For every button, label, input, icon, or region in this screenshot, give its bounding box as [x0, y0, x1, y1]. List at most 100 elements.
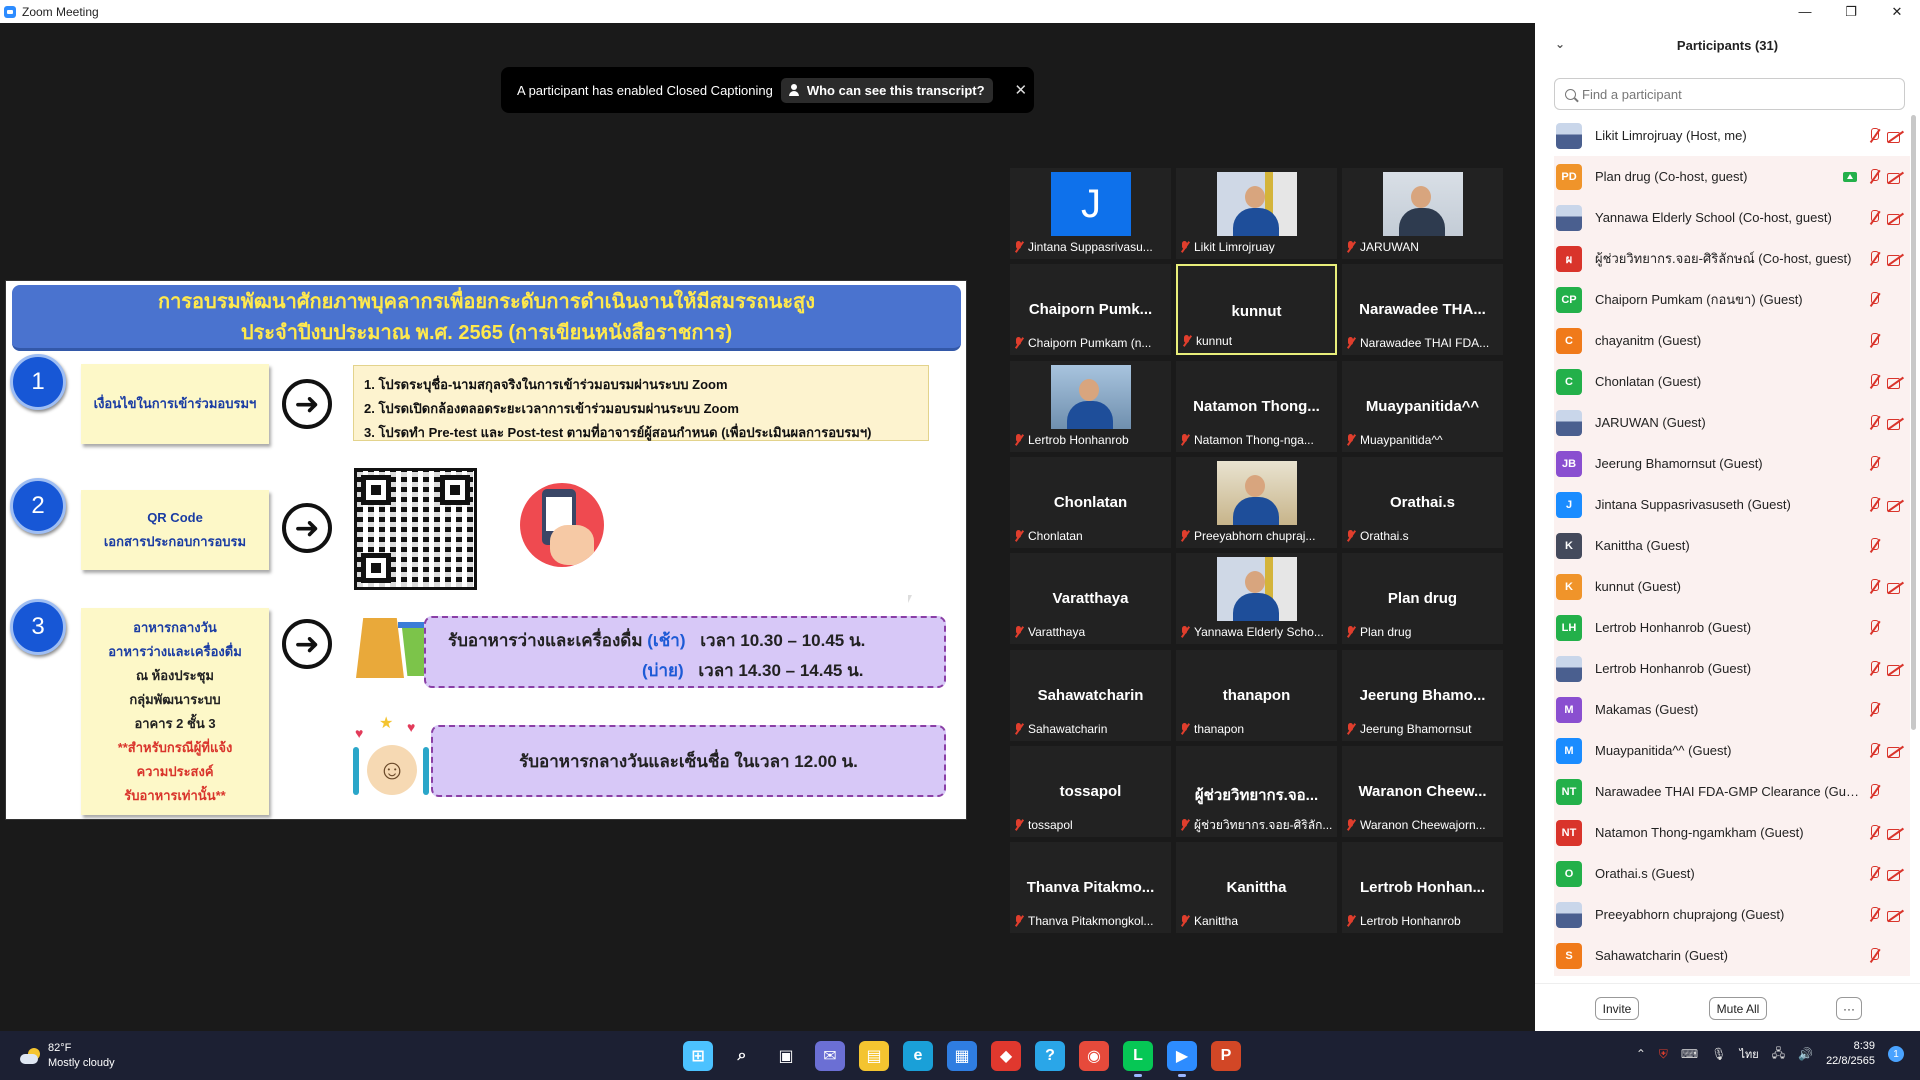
collapse-chevron-icon[interactable]: ⌄ [1555, 37, 1565, 51]
video-tile[interactable]: Sahawatcharin Sahawatcharin [1010, 650, 1171, 741]
video-off-icon[interactable] [1887, 868, 1904, 881]
video-off-icon[interactable] [1887, 130, 1904, 143]
task-view-icon[interactable]: ▣ [771, 1041, 801, 1071]
muted-mic-icon[interactable] [1867, 333, 1881, 348]
video-off-icon[interactable] [1887, 212, 1904, 225]
muted-mic-icon[interactable] [1867, 784, 1881, 799]
minimize-button[interactable]: — [1782, 0, 1828, 23]
start-icon[interactable]: ⊞ [683, 1041, 713, 1071]
video-tile[interactable]: JARUWAN [1342, 168, 1503, 259]
participant-row[interactable]: CP Chaiporn Pumkam (กอนขา) (Guest) [1554, 279, 1910, 320]
muted-mic-icon[interactable] [1867, 415, 1881, 430]
video-tile[interactable]: Preeyabhorn chupraj... [1176, 457, 1337, 548]
participant-row[interactable]: O Orathai.s (Guest) [1554, 853, 1910, 894]
participant-row[interactable]: C Chonlatan (Guest) [1554, 361, 1910, 402]
microphone-icon[interactable]: 🎙 [1711, 1047, 1726, 1061]
video-tile[interactable]: Lertrob Honhan... Lertrob Honhanrob [1342, 842, 1503, 933]
search-icon[interactable]: ⌕ [727, 1041, 757, 1071]
volume-icon[interactable]: 🔊 [1798, 1047, 1813, 1061]
participant-row[interactable]: Kkunnut (Guest) [1554, 566, 1910, 607]
participant-row[interactable]: ผ ผู้ช่วยวิทยากร.จอย-ศิริลักษณ์ (Co-host,… [1554, 238, 1910, 279]
file-explorer-icon[interactable]: ▤ [859, 1041, 889, 1071]
participant-row[interactable]: LH Lertrob Honhanrob (Guest) [1554, 607, 1910, 648]
more-options-button[interactable]: ··· [1836, 997, 1862, 1020]
store-icon[interactable]: ▦ [947, 1041, 977, 1071]
muted-mic-icon[interactable] [1867, 128, 1881, 143]
muted-mic-icon[interactable] [1867, 538, 1881, 553]
video-tile[interactable]: tossapol tossapol [1010, 746, 1171, 837]
participant-list-scrollbar[interactable] [1911, 115, 1916, 730]
video-tile[interactable]: Natamon Thong... Natamon Thong-nga... [1176, 361, 1337, 452]
participant-row[interactable]: M Makamas (Guest) [1554, 689, 1910, 730]
muted-mic-icon[interactable] [1867, 169, 1881, 184]
video-tile[interactable]: Thanva Pitakmo... Thanva Pitakmongkol... [1010, 842, 1171, 933]
video-off-icon[interactable] [1887, 909, 1904, 922]
video-tile[interactable]: J Jintana Suppasrivasu... [1010, 168, 1171, 259]
video-tile[interactable]: Varatthaya Varatthaya [1010, 553, 1171, 644]
participant-search-input[interactable]: Find a participant [1554, 78, 1905, 110]
weather-widget[interactable]: 82°F Mostly cloudy [20, 1041, 115, 1071]
help-icon[interactable]: ? [1035, 1041, 1065, 1071]
transcript-visibility-button[interactable]: Who can see this transcript? [780, 77, 993, 103]
video-off-icon[interactable] [1887, 581, 1904, 594]
invite-button[interactable]: Invite [1595, 997, 1639, 1020]
video-tile[interactable]: ผู้ช่วยวิทยากร.จอ... ผู้ช่วยวิทยากร.จอย-ศ… [1176, 746, 1337, 837]
muted-mic-icon[interactable] [1867, 456, 1881, 471]
close-banner-button[interactable]: ✕ [1015, 81, 1028, 99]
video-off-icon[interactable] [1887, 376, 1904, 389]
participant-row[interactable]: Yannawa Elderly School (Co-host, guest) [1554, 197, 1910, 238]
input-language[interactable]: ไทย [1739, 1045, 1758, 1063]
video-tile[interactable]: Lertrob Honhanrob [1010, 361, 1171, 452]
participant-row[interactable]: Lertrob Honhanrob (Guest) [1554, 648, 1910, 689]
keyboard-icon[interactable]: ⌨ [1681, 1047, 1698, 1061]
video-tile[interactable]: thanapon thanapon [1176, 650, 1337, 741]
participant-row[interactable]: Cchayanitm (Guest) [1554, 320, 1910, 361]
video-off-icon[interactable] [1887, 827, 1904, 840]
muted-mic-icon[interactable] [1867, 825, 1881, 840]
video-off-icon[interactable] [1887, 417, 1904, 430]
notification-badge[interactable]: 1 [1888, 1046, 1904, 1062]
video-tile[interactable]: Jeerung Bhamo... Jeerung Bhamornsut [1342, 650, 1503, 741]
powerpoint-icon[interactable]: P [1211, 1041, 1241, 1071]
video-tile[interactable]: Narawadee THA... Narawadee THAI FDA... [1342, 264, 1503, 355]
muted-mic-icon[interactable] [1867, 292, 1881, 307]
video-off-icon[interactable] [1887, 745, 1904, 758]
line-icon[interactable]: L [1123, 1041, 1153, 1077]
video-tile[interactable]: Plan drug Plan drug [1342, 553, 1503, 644]
muted-mic-icon[interactable] [1867, 210, 1881, 225]
anydesk-icon[interactable]: ◆ [991, 1041, 1021, 1071]
muted-mic-icon[interactable] [1867, 497, 1881, 512]
participant-row[interactable]: Preeyabhorn chuprajong (Guest) [1554, 894, 1910, 935]
participant-row[interactable]: Likit Limrojruay (Host, me) [1554, 115, 1910, 156]
teams-chat-icon[interactable]: ✉ [815, 1041, 845, 1071]
video-tile[interactable]: Waranon Cheew... Waranon Cheewajorn... [1342, 746, 1503, 837]
participant-row[interactable]: JARUWAN (Guest) [1554, 402, 1910, 443]
participant-row[interactable]: NT Natamon Thong-ngamkham (Guest) [1554, 812, 1910, 853]
muted-mic-icon[interactable] [1867, 907, 1881, 922]
muted-mic-icon[interactable] [1867, 374, 1881, 389]
participant-row[interactable]: JB Jeerung Bhamornsut (Guest) [1554, 443, 1910, 484]
edge-icon[interactable]: e [903, 1041, 933, 1071]
mute-all-button[interactable]: Mute All [1709, 997, 1767, 1020]
close-window-button[interactable]: ✕ [1874, 0, 1920, 23]
video-tile[interactable]: Yannawa Elderly Scho... [1176, 553, 1337, 644]
network-icon[interactable]: 🖧 [1772, 1044, 1785, 1065]
muted-mic-icon[interactable] [1867, 251, 1881, 266]
muted-mic-icon[interactable] [1867, 620, 1881, 635]
video-tile[interactable]: Kanittha Kanittha [1176, 842, 1337, 933]
video-tile[interactable]: Muaypanitida^^ Muaypanitida^^ [1342, 361, 1503, 452]
muted-mic-icon[interactable] [1867, 948, 1881, 963]
muted-mic-icon[interactable] [1867, 579, 1881, 594]
restore-button[interactable]: ❐ [1828, 0, 1874, 23]
participant-row[interactable]: S Sahawatcharin (Guest) [1554, 935, 1910, 976]
video-tile[interactable]: Orathai.s Orathai.s [1342, 457, 1503, 548]
video-off-icon[interactable] [1887, 499, 1904, 512]
video-off-icon[interactable] [1887, 253, 1904, 266]
chevron-up-icon[interactable]: ⌃ [1636, 1047, 1646, 1061]
video-tile[interactable]: Chaiporn Pumk... Chaiporn Pumkam (n... [1010, 264, 1171, 355]
participant-row[interactable]: J Jintana Suppasrivasuseth (Guest) [1554, 484, 1910, 525]
participant-row[interactable]: PD Plan drug (Co-host, guest) [1554, 156, 1910, 197]
video-off-icon[interactable] [1887, 663, 1904, 676]
participant-row[interactable]: M Muaypanitida^^ (Guest) [1554, 730, 1910, 771]
participant-row[interactable]: K Kanittha (Guest) [1554, 525, 1910, 566]
